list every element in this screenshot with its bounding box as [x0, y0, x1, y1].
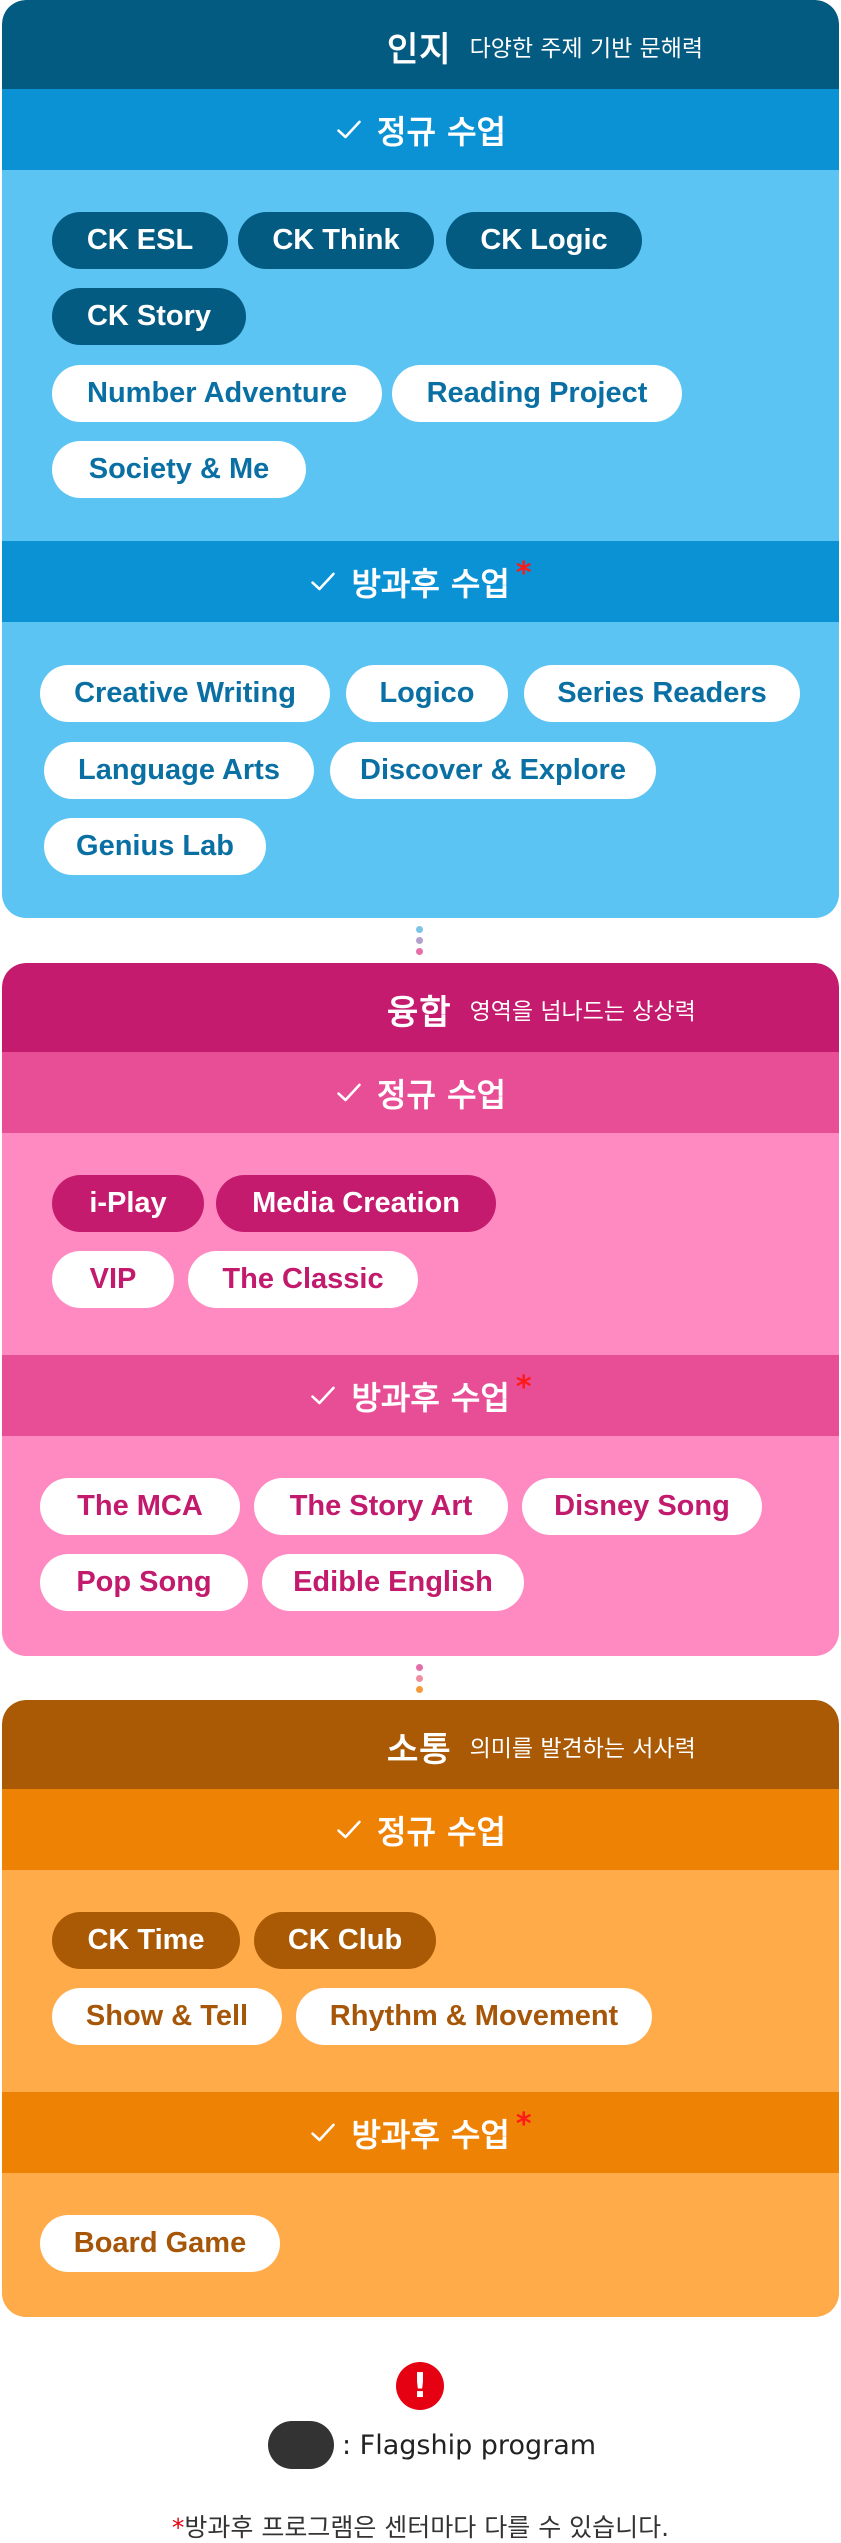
flagship-swatch	[268, 2421, 334, 2469]
program-pill[interactable]: Society & Me	[52, 441, 306, 498]
program-pill[interactable]: The MCA	[40, 1478, 240, 1535]
regular-class-list: CK ESL CK Think CK Logic CK Story Number…	[2, 170, 839, 541]
program-pill-flagship[interactable]: i-Play	[52, 1175, 204, 1232]
program-pill[interactable]: The Classic	[188, 1251, 418, 1308]
program-pill[interactable]: Rhythm & Movement	[296, 1988, 652, 2045]
check-icon	[337, 120, 361, 138]
program-pill[interactable]: Show & Tell	[52, 1988, 282, 2045]
check-icon	[311, 2123, 336, 2141]
program-pill[interactable]: Logico	[346, 665, 508, 722]
check-icon	[337, 1820, 361, 1838]
legend-flagship: : Flagship program	[268, 2420, 596, 2470]
regular-class-bar: 정규 수업	[2, 1052, 839, 1133]
section-subtitle: 다양한 주제 기반 문해력	[469, 36, 704, 62]
section-cognitive: 인지 다양한 주제 기반 문해력 정규 수업 CK ESL CK Think C…	[2, 0, 839, 918]
program-pill-flagship[interactable]: CK Think	[238, 212, 434, 269]
regular-class-label: 정규 수업	[377, 1075, 506, 1114]
footnote: *방과후 프로그램은 센터마다 다를 수 있습니다.	[0, 2508, 841, 2543]
check-icon	[311, 1386, 336, 1404]
footnote-text: 방과후 프로그램은 센터마다 다를 수 있습니다.	[184, 2513, 670, 2542]
section-communication: 소통 의미를 발견하는 서사력 정규 수업 CK Time CK Club Sh…	[2, 1700, 839, 2317]
program-pill[interactable]: The Story Art	[254, 1478, 508, 1535]
footnote-asterisk: *	[171, 2513, 185, 2542]
program-pill[interactable]: Pop Song	[40, 1554, 248, 1611]
after-school-label: 방과후 수업	[351, 1378, 510, 1417]
after-school-bar: 방과후 수업 *	[2, 2092, 839, 2173]
alert-icon: !	[396, 2362, 444, 2410]
program-pill[interactable]: Disney Song	[522, 1478, 762, 1535]
asterisk-mark: *	[515, 2107, 532, 2142]
regular-class-list: CK Time CK Club Show & Tell Rhythm & Mov…	[2, 1870, 839, 2092]
regular-class-bar: 정규 수업	[2, 1789, 839, 1870]
check-icon	[311, 572, 336, 590]
regular-class-list: i-Play Media Creation VIP The Classic	[2, 1133, 839, 1355]
after-school-bar: 방과후 수업 *	[2, 541, 839, 622]
section-subtitle: 의미를 발견하는 서사력	[469, 1736, 696, 1762]
after-school-list: Board Game	[2, 2173, 839, 2317]
section-title: 인지	[387, 29, 452, 70]
program-pill-flagship[interactable]: CK ESL	[52, 212, 228, 269]
program-pill[interactable]: Board Game	[40, 2215, 280, 2272]
program-pill-flagship[interactable]: Media Creation	[216, 1175, 496, 1232]
after-school-label: 방과후 수업	[351, 2115, 510, 2154]
program-pill-flagship[interactable]: CK Story	[52, 288, 246, 345]
program-pill[interactable]: Reading Project	[392, 365, 682, 422]
section-convergence: 융합 영역을 넘나드는 상상력 정규 수업 i-Play Media Creat…	[2, 963, 839, 1656]
connector-dots	[416, 1664, 424, 1697]
program-pill[interactable]: Series Readers	[524, 665, 800, 722]
program-pill[interactable]: Creative Writing	[40, 665, 330, 722]
regular-class-bar: 정규 수업	[2, 89, 839, 170]
after-school-label: 방과후 수업	[351, 564, 510, 603]
connector-dots	[416, 926, 424, 959]
check-icon	[337, 1083, 361, 1101]
regular-class-label: 정규 수업	[377, 112, 506, 151]
program-pill-flagship[interactable]: CK Logic	[446, 212, 642, 269]
section-subtitle: 영역을 넘나드는 상상력	[469, 999, 696, 1025]
after-school-list: Creative Writing Logico Series Readers L…	[2, 622, 839, 918]
program-pill[interactable]: Discover & Explore	[330, 742, 656, 799]
program-pill-flagship[interactable]: CK Club	[254, 1912, 436, 1969]
legend-flagship-text: : Flagship program	[342, 2429, 597, 2461]
section-header: 소통 의미를 발견하는 서사력	[2, 1700, 839, 1789]
program-pill[interactable]: Language Arts	[44, 742, 314, 799]
section-header: 인지 다양한 주제 기반 문해력	[2, 0, 839, 89]
asterisk-mark: *	[515, 556, 532, 591]
program-pill[interactable]: Number Adventure	[52, 365, 382, 422]
section-header: 융합 영역을 넘나드는 상상력	[2, 963, 839, 1052]
regular-class-label: 정규 수업	[377, 1812, 506, 1851]
program-pill[interactable]: Edible English	[262, 1554, 524, 1611]
section-title: 융합	[387, 992, 452, 1033]
program-pill-flagship[interactable]: CK Time	[52, 1912, 240, 1969]
after-school-bar: 방과후 수업 *	[2, 1355, 839, 1436]
asterisk-mark: *	[515, 1370, 532, 1405]
program-pill[interactable]: Genius Lab	[44, 818, 266, 875]
section-title: 소통	[387, 1729, 452, 1770]
after-school-list: The MCA The Story Art Disney Song Pop So…	[2, 1436, 839, 1656]
program-pill[interactable]: VIP	[52, 1251, 174, 1308]
